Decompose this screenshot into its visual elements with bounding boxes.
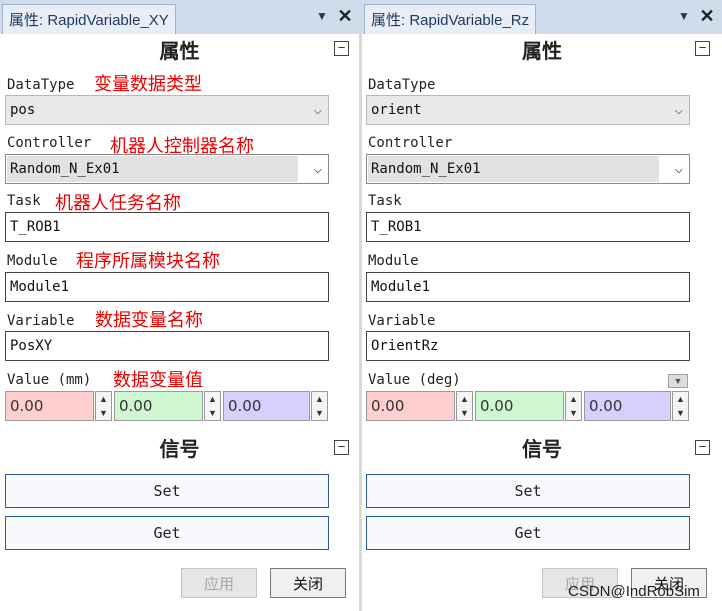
collapse-icon[interactable]: − (334, 440, 349, 455)
module-field[interactable]: Module1 (366, 272, 690, 302)
properties-heading: 属性 (159, 40, 200, 63)
dropdown-icon[interactable]: ▼ (314, 8, 330, 24)
value-x-field[interactable]: 0.00 (5, 391, 94, 421)
datatype-label: DataType (7, 77, 75, 93)
datatype-select[interactable]: pos ⌵ (5, 95, 329, 125)
datatype-note: 变量数据类型 (94, 74, 202, 95)
set-button[interactable]: Set (366, 474, 690, 508)
value-z-field[interactable]: 0.00 (223, 391, 310, 421)
panel-titlebar: 属性: RapidVariable_Rz ▼ ✕ (362, 0, 722, 34)
module-label: Module (7, 253, 58, 269)
signals-heading: 信号 (159, 438, 200, 461)
controller-value: Random_N_Ex01 (371, 161, 481, 177)
get-button[interactable]: Get (5, 516, 329, 550)
get-button[interactable]: Get (366, 516, 690, 550)
spin-up-icon[interactable]: ▲ (96, 392, 111, 406)
variable-field[interactable]: PosXY (5, 331, 329, 361)
task-field[interactable]: T_ROB1 (5, 212, 329, 242)
close-icon[interactable]: ✕ (336, 6, 354, 26)
controller-label: Controller (368, 135, 453, 151)
properties-heading: 属性 (522, 40, 562, 63)
set-button[interactable]: Set (5, 474, 329, 508)
value-y-field[interactable]: 0.00 (114, 391, 203, 421)
spin-down-icon[interactable]: ▼ (566, 406, 581, 420)
collapse-icon[interactable]: − (695, 41, 710, 56)
value-x-stepper[interactable]: ▲ ▼ (456, 391, 473, 421)
task-field[interactable]: T_ROB1 (366, 212, 690, 242)
datatype-value: orient (371, 102, 422, 118)
task-label: Task (368, 193, 402, 209)
signals-heading: 信号 (522, 438, 562, 461)
watermark-text: CSDN@IndRobSim (568, 583, 700, 600)
controller-select[interactable]: Random_N_Ex01 ⌵ (366, 154, 690, 184)
close-icon[interactable]: ✕ (698, 6, 716, 26)
value-label: Value (deg) (368, 372, 461, 388)
task-label: Task (7, 193, 41, 209)
variable-field[interactable]: OrientRz (366, 331, 690, 361)
value-x-stepper[interactable]: ▲ ▼ (95, 391, 112, 421)
value-z-stepper[interactable]: ▲ ▼ (672, 391, 689, 421)
properties-panel-xy: 属性: RapidVariable_XY ▼ ✕ 属性 − DataType 变… (0, 0, 359, 611)
chevron-down-icon: ⌵ (674, 102, 683, 118)
chevron-down-icon: ⌵ (313, 102, 322, 118)
collapse-icon[interactable]: − (695, 440, 710, 455)
variable-label: Variable (368, 313, 436, 329)
chevron-down-icon: ⌵ (313, 161, 322, 177)
dropdown-icon[interactable]: ▼ (676, 8, 692, 24)
controller-select[interactable]: Random_N_Ex01 ⌵ (5, 154, 329, 184)
spin-down-icon[interactable]: ▼ (205, 406, 220, 420)
panel-tab[interactable]: 属性: RapidVariable_XY (2, 4, 176, 34)
module-field[interactable]: Module1 (5, 272, 329, 302)
value-y-stepper[interactable]: ▲ ▼ (565, 391, 582, 421)
controller-label: Controller (7, 135, 92, 151)
value-z-stepper[interactable]: ▲ ▼ (311, 391, 328, 421)
expand-icon[interactable]: ▼ (668, 374, 688, 388)
spin-down-icon[interactable]: ▼ (457, 406, 472, 420)
spin-up-icon[interactable]: ▲ (673, 392, 688, 406)
value-z-field[interactable]: 0.00 (584, 391, 671, 421)
value-y-stepper[interactable]: ▲ ▼ (204, 391, 221, 421)
spin-up-icon[interactable]: ▲ (457, 392, 472, 406)
panel-tab[interactable]: 属性: RapidVariable_Rz (364, 4, 537, 34)
controller-value: Random_N_Ex01 (10, 161, 120, 177)
datatype-select[interactable]: orient ⌵ (366, 95, 690, 125)
value-label: Value (mm) (7, 372, 92, 388)
spin-up-icon[interactable]: ▲ (205, 392, 220, 406)
module-label: Module (368, 253, 419, 269)
apply-button[interactable]: 应用 (181, 568, 257, 598)
datatype-value: pos (10, 102, 36, 118)
datatype-label: DataType (368, 77, 436, 93)
close-button[interactable]: 关闭 (270, 568, 346, 598)
value-x-field[interactable]: 0.00 (366, 391, 455, 421)
chevron-down-icon: ⌵ (674, 161, 683, 177)
spin-up-icon[interactable]: ▲ (566, 392, 581, 406)
spin-up-icon[interactable]: ▲ (312, 392, 327, 406)
spin-down-icon[interactable]: ▼ (96, 406, 111, 420)
panel-titlebar: 属性: RapidVariable_XY ▼ ✕ (0, 0, 359, 34)
variable-note: 数据变量名称 (95, 310, 203, 331)
properties-panel-rz: 属性: RapidVariable_Rz ▼ ✕ 属性 − DataType o… (362, 0, 722, 611)
value-y-field[interactable]: 0.00 (475, 391, 564, 421)
spin-down-icon[interactable]: ▼ (312, 406, 327, 420)
collapse-icon[interactable]: − (334, 41, 349, 56)
variable-label: Variable (7, 313, 75, 329)
value-note: 数据变量值 (113, 370, 203, 391)
spin-down-icon[interactable]: ▼ (673, 406, 688, 420)
module-note: 程序所属模块名称 (76, 251, 220, 272)
